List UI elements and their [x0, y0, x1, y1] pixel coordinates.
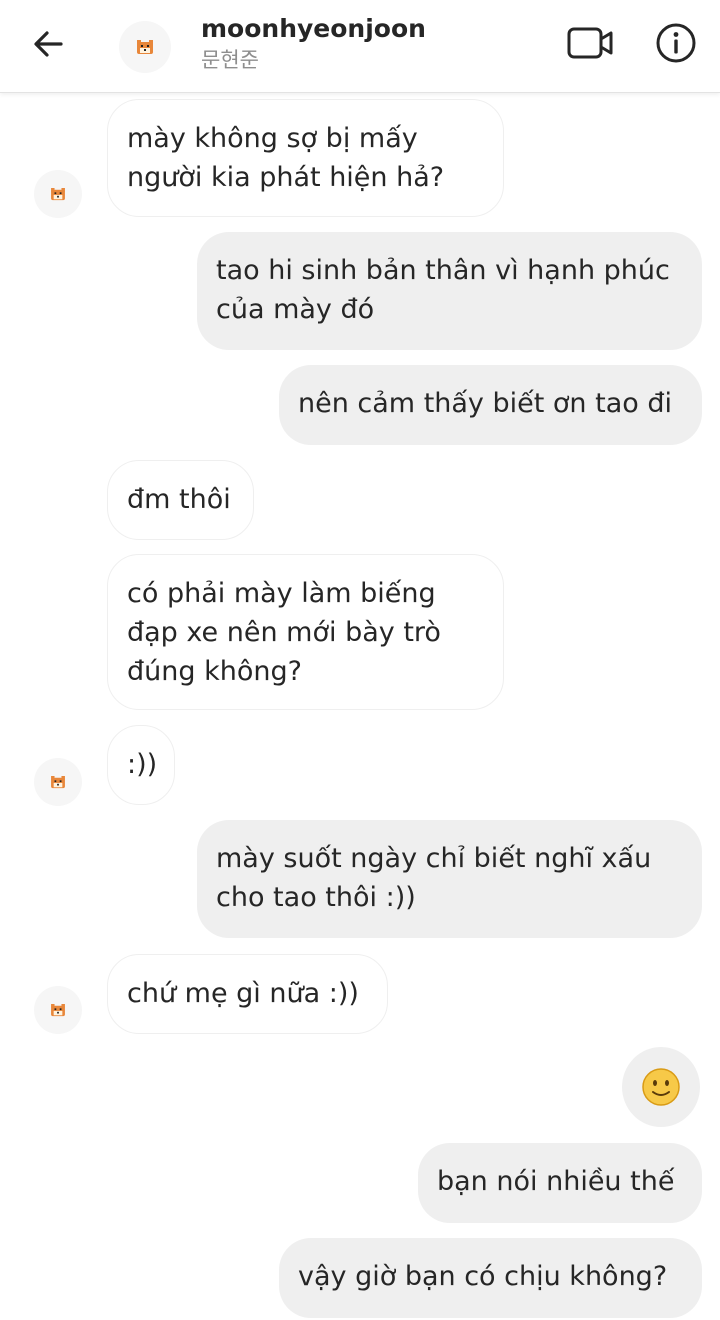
tiger-avatar-icon — [51, 775, 65, 788]
info-icon — [656, 23, 696, 63]
message-outgoing[interactable]: mày suốt ngày chỉ biết nghĩ xấu cho tao … — [197, 820, 702, 938]
tiger-avatar-icon — [137, 39, 153, 54]
username: moonhyeonjoon — [201, 14, 426, 43]
message-incoming[interactable]: có phải mày làm biếng đạp xe nên mới bày… — [107, 554, 504, 710]
message-outgoing[interactable]: nên cảm thấy biết ơn tao đi — [279, 365, 702, 445]
message-outgoing[interactable]: tao hi sinh bản thân vì hạnh phúc của mà… — [197, 232, 702, 350]
avatar — [34, 986, 82, 1034]
message-incoming[interactable]: đm thôi — [107, 460, 254, 540]
message-outgoing[interactable]: bạn nói nhiều thế — [418, 1143, 702, 1223]
arrow-left-icon — [34, 31, 63, 57]
message-outgoing[interactable]: vậy giờ bạn có chịu không? — [279, 1238, 702, 1318]
tiger-avatar-icon — [51, 1003, 65, 1016]
message-incoming[interactable]: mày không sợ bị mấy người kia phát hiện … — [107, 99, 504, 217]
avatar — [34, 758, 82, 806]
chat-title[interactable]: moonhyeonjoon 문현준 — [201, 13, 426, 75]
info-button[interactable] — [652, 19, 700, 67]
tiger-avatar-icon — [51, 187, 65, 200]
message-outgoing-emoji[interactable] — [622, 1047, 700, 1127]
avatar — [34, 170, 82, 218]
avatar[interactable] — [119, 21, 171, 73]
message-incoming[interactable]: :)) — [107, 725, 175, 805]
video-call-icon — [567, 27, 613, 59]
chat-header: moonhyeonjoon 문현준 — [0, 0, 720, 93]
video-call-button[interactable] — [566, 19, 614, 67]
slightly-smiling-face-icon — [642, 1068, 680, 1106]
display-name: 문현준 — [201, 48, 259, 72]
back-button[interactable] — [26, 22, 70, 66]
message-incoming[interactable]: chứ mẹ gì nữa :)) — [107, 954, 388, 1034]
